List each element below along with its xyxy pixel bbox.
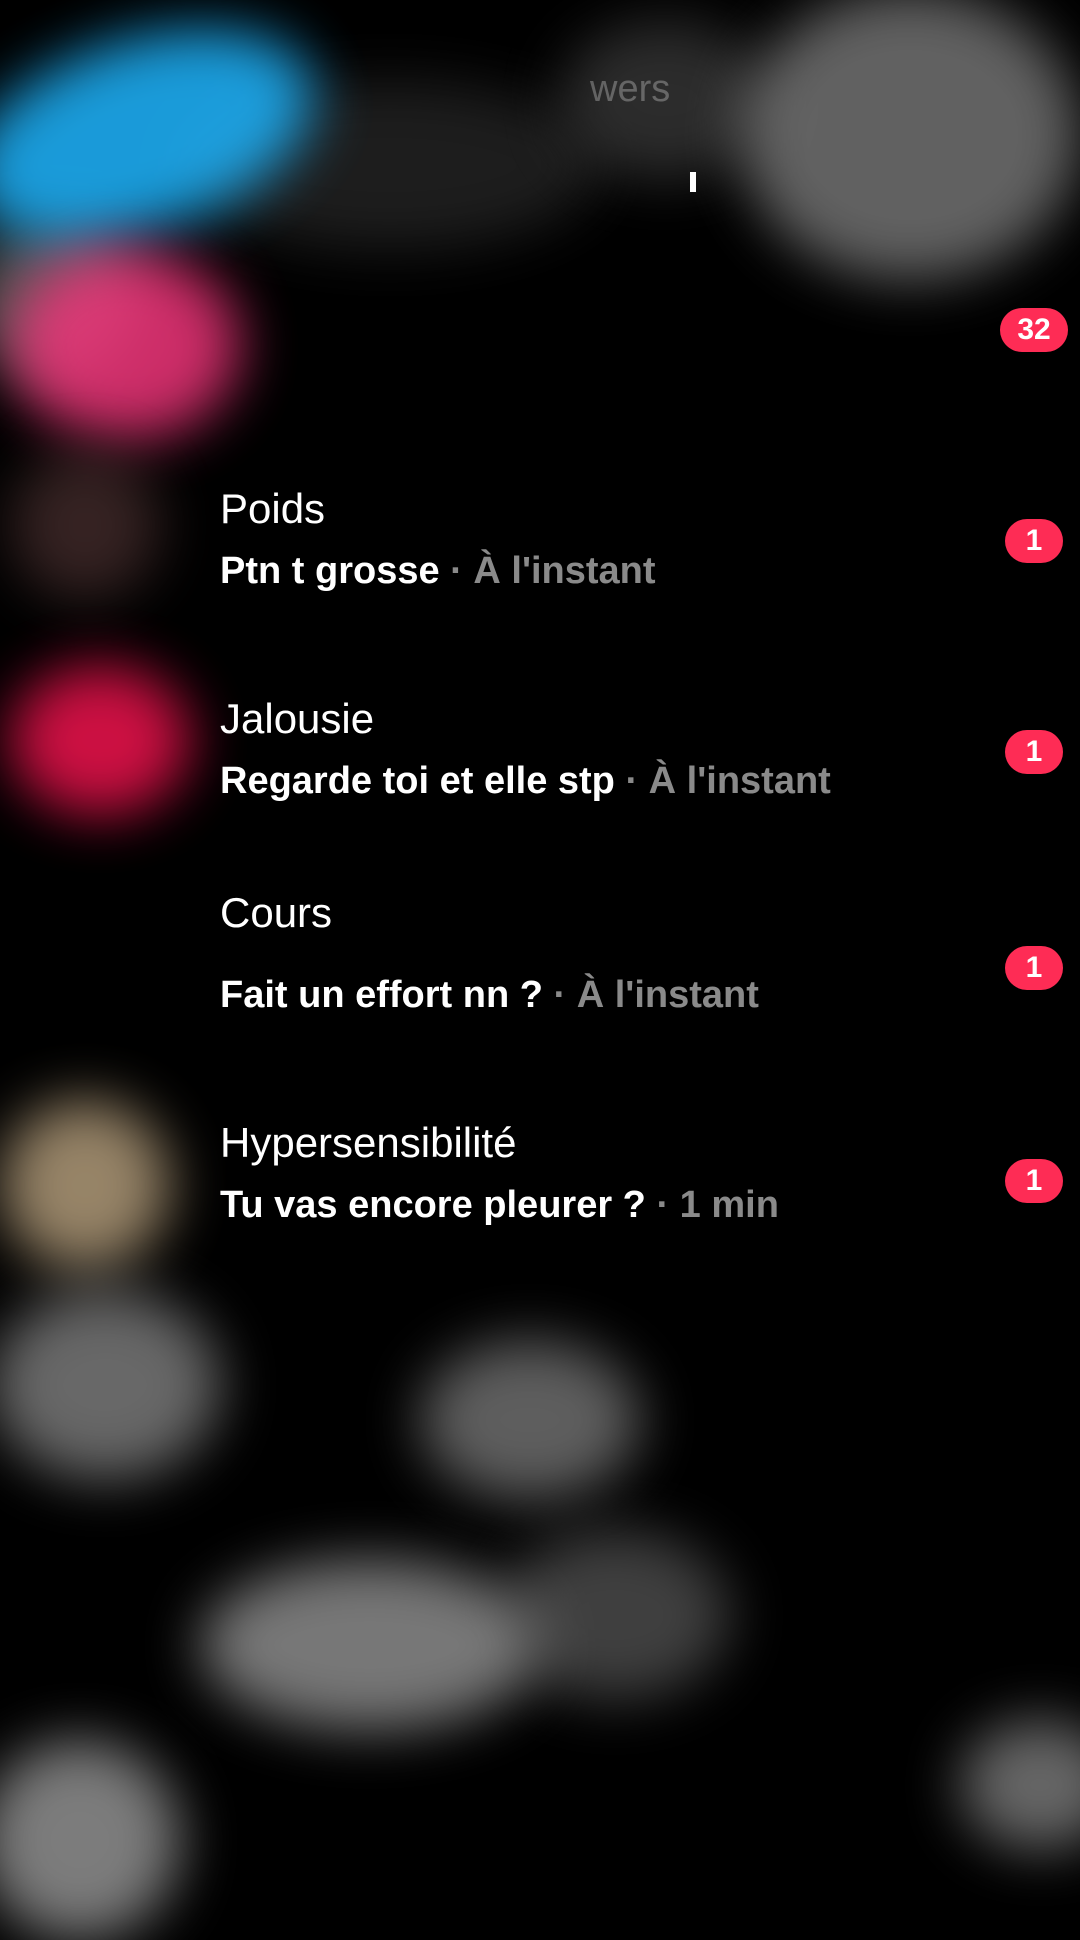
conversation-item[interactable]: Hypersensibilité Tu vas encore pleurer ?…	[220, 1119, 1000, 1225]
notification-count-badge: 32	[1000, 308, 1068, 352]
conversation-item[interactable]: Jalousie Regarde toi et elle stp · À l'i…	[220, 695, 1000, 801]
paint-smudge-grey	[0, 1290, 220, 1480]
new-followers-label[interactable]: wers	[590, 68, 670, 111]
unread-badge: 1	[1005, 946, 1063, 990]
text-caret	[690, 172, 696, 192]
separator-dot: ·	[625, 760, 639, 802]
conversation-title: Poids	[220, 485, 326, 532]
conversation-preview: Ptn t grosse · À l'instant	[220, 552, 1000, 590]
message-time: 1 min	[679, 1184, 779, 1226]
paint-smudge-grey	[420, 1340, 640, 1500]
paint-smudge-red	[10, 665, 190, 815]
conversation-preview: Regarde toi et elle stp · À l'instant	[220, 762, 1000, 800]
unread-badge: 1	[1005, 519, 1063, 563]
paint-smudge-grey	[200, 1560, 540, 1730]
conversation-preview: Tu vas encore pleurer ? · 1 min	[220, 1186, 1000, 1224]
message-preview: Regarde toi et elle stp	[220, 760, 615, 802]
separator-dot: ·	[656, 1184, 670, 1226]
message-time: À l'instant	[648, 760, 831, 802]
message-time: À l'instant	[576, 974, 759, 1016]
paint-smudge-pink	[10, 250, 240, 440]
message-preview: Ptn t grosse	[220, 550, 440, 592]
conversation-preview: Fait un effort nn ? · À l'instant	[220, 976, 1000, 1014]
paint-smudge-grey	[960, 1720, 1080, 1850]
paint-smudge-grey	[0, 1740, 180, 1940]
paint-smudge-brown	[10, 450, 160, 600]
conversation-title: Cours	[220, 889, 333, 936]
message-preview: Fait un effort nn ?	[220, 974, 543, 1016]
separator-dot: ·	[450, 550, 463, 592]
message-time: À l'instant	[473, 550, 656, 592]
conversation-title: Jalousie	[220, 695, 375, 742]
paint-smudge-tan	[0, 1100, 170, 1270]
separator-dot: ·	[553, 974, 567, 1016]
paint-smudge-grey	[740, 0, 1080, 280]
unread-badge: 1	[1005, 1159, 1063, 1203]
message-preview: Tu vas encore pleurer ?	[220, 1184, 646, 1226]
conversation-item[interactable]: Cours Fait un effort nn ? · À l'instant	[220, 889, 1000, 1015]
conversation-item[interactable]: Poids Ptn t grosse · À l'instant	[220, 485, 1000, 591]
paint-smudge-grey	[500, 1530, 730, 1700]
conversation-title: Hypersensibilité	[220, 1119, 517, 1166]
unread-badge: 1	[1005, 730, 1063, 774]
